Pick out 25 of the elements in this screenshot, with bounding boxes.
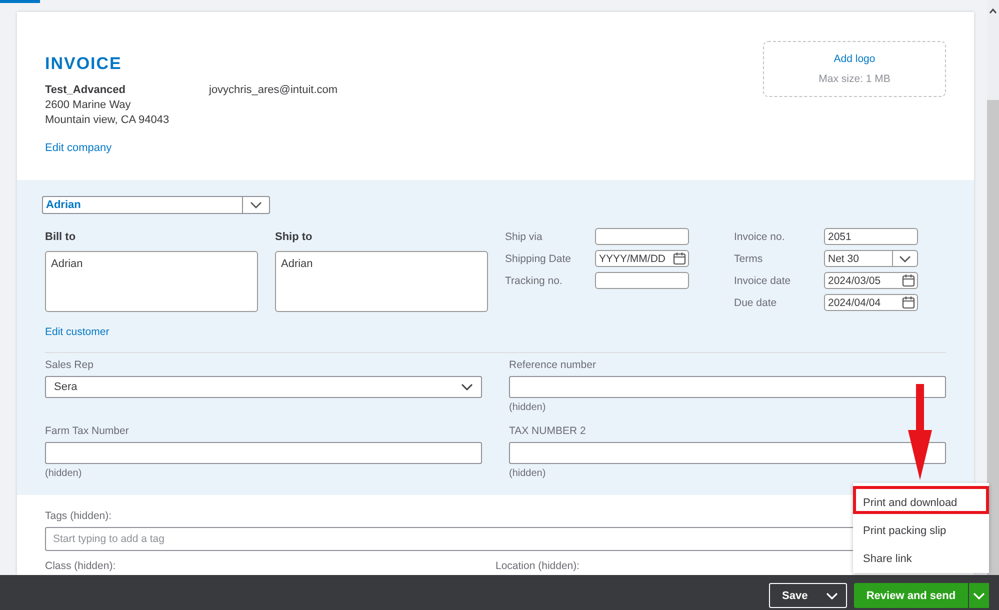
address-line: Mountain view, CA 94043 bbox=[45, 113, 170, 128]
hidden-note: (hidden) bbox=[509, 468, 547, 479]
field-label: Sales Rep bbox=[45, 359, 94, 372]
company-email: jovychris_ares@intuit.com bbox=[209, 83, 338, 98]
field-label: Reference number bbox=[509, 359, 597, 372]
field-label: Due date bbox=[734, 296, 778, 310]
company-name: Test_Advanced bbox=[45, 83, 126, 98]
field-label: Location (hidden): bbox=[496, 560, 581, 573]
field-label: Ship via bbox=[505, 230, 544, 244]
field-label: Bill to bbox=[45, 231, 77, 245]
field-label: TAX NUMBER 2 bbox=[509, 425, 587, 438]
hidden-note: (hidden) bbox=[45, 468, 83, 479]
field-label: Ship to bbox=[275, 231, 314, 245]
invoice-title: INVOICE bbox=[45, 54, 123, 74]
field-label: Invoice no. bbox=[734, 230, 786, 244]
field-label: Tags (hidden): bbox=[45, 510, 113, 523]
field-label: Tracking no. bbox=[505, 274, 564, 288]
logo-size-hint: Max size: 1 MB bbox=[818, 73, 890, 85]
field-label: Farm Tax Number bbox=[45, 425, 130, 438]
field-label: Shipping Date bbox=[505, 252, 572, 266]
field-label: Class (hidden): bbox=[45, 560, 117, 573]
address-line: 2600 Marine Way bbox=[45, 98, 132, 113]
field-label: Terms bbox=[734, 252, 764, 266]
hidden-note: (hidden) bbox=[509, 402, 547, 413]
field-label: Invoice date bbox=[734, 274, 792, 288]
